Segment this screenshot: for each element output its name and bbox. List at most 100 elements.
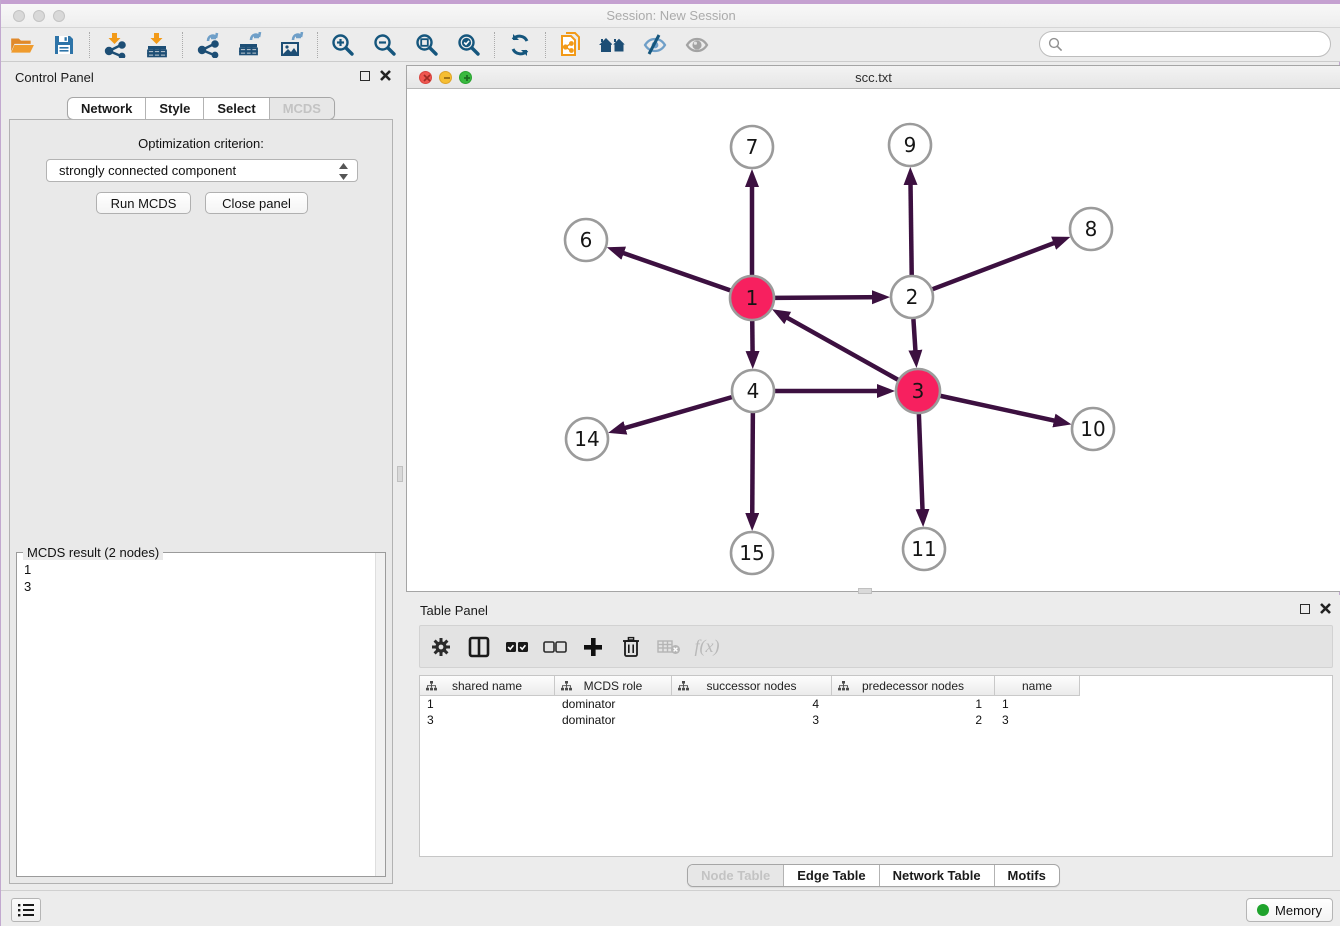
tab-select[interactable]: Select xyxy=(203,98,268,119)
home-icon xyxy=(598,32,628,58)
graph-node-14[interactable]: 14 xyxy=(566,418,608,460)
column-layout-button[interactable] xyxy=(462,630,496,664)
float-panel-icon[interactable] xyxy=(1300,604,1310,614)
zoom-out-icon xyxy=(372,32,398,58)
graph-node-15[interactable]: 15 xyxy=(731,532,773,574)
column-header-predecessor-nodes[interactable]: predecessor nodes xyxy=(832,676,995,696)
zoom-fit-button[interactable] xyxy=(409,30,445,60)
export-image-icon xyxy=(279,32,305,58)
zoom-selected-button[interactable] xyxy=(451,30,487,60)
table-cell[interactable]: dominator xyxy=(555,712,672,728)
horizontal-splitter-grip[interactable] xyxy=(858,588,872,594)
close-panel-icon[interactable] xyxy=(1320,603,1331,614)
table-row[interactable]: 1dominator411 xyxy=(420,696,1332,712)
result-scrollbar[interactable] xyxy=(375,553,385,876)
table-row[interactable]: 3dominator323 xyxy=(420,712,1332,728)
hide-selected-button[interactable] xyxy=(637,30,673,60)
table-cell[interactable]: 1 xyxy=(995,696,1080,712)
table-cell[interactable]: 3 xyxy=(672,712,832,728)
function-builder-button[interactable]: f(x) xyxy=(690,630,724,664)
unselect-all-button[interactable] xyxy=(538,630,572,664)
graph-edge-4-15[interactable] xyxy=(752,413,753,525)
select-all-button[interactable] xyxy=(500,630,534,664)
network-canvas[interactable]: 7 9 6 8 1 2 4 3 14 10 15 11 xyxy=(407,89,1340,591)
graph-node-4[interactable]: 4 xyxy=(732,370,774,412)
graph-node-10[interactable]: 10 xyxy=(1072,408,1114,450)
table-cell[interactable]: 4 xyxy=(672,696,832,712)
import-table-button[interactable] xyxy=(139,30,175,60)
node-label: 10 xyxy=(1080,417,1105,441)
column-header-successor-nodes[interactable]: successor nodes xyxy=(672,676,832,696)
export-table-button[interactable] xyxy=(232,30,268,60)
close-panel-button[interactable]: Close panel xyxy=(205,192,308,214)
graph-edge-1-6[interactable] xyxy=(612,249,730,290)
open-file-button[interactable] xyxy=(4,30,40,60)
task-history-button[interactable] xyxy=(11,898,41,922)
save-session-button[interactable] xyxy=(46,30,82,60)
graph-edge-3-11[interactable] xyxy=(919,414,923,521)
column-header-name[interactable]: name xyxy=(995,676,1080,696)
close-panel-icon[interactable] xyxy=(380,70,391,81)
tab-style[interactable]: Style xyxy=(145,98,203,119)
vertical-splitter-grip[interactable] xyxy=(397,466,403,482)
graph-edge-2-8[interactable] xyxy=(933,239,1065,289)
gear-button[interactable] xyxy=(424,630,458,664)
toolbar-separator xyxy=(545,32,546,58)
table-cell[interactable]: 1 xyxy=(832,696,995,712)
table-tab-edge-table[interactable]: Edge Table xyxy=(783,865,878,886)
memory-button[interactable]: Memory xyxy=(1246,898,1333,922)
toolbar-separator xyxy=(89,32,90,58)
node-label: 9 xyxy=(904,133,917,157)
criterion-value: strongly connected component xyxy=(59,163,236,178)
float-panel-icon[interactable] xyxy=(360,71,370,81)
table-tab-motifs[interactable]: Motifs xyxy=(994,865,1059,886)
export-network-button[interactable] xyxy=(190,30,226,60)
column-header-mcds-role[interactable]: MCDS role xyxy=(555,676,672,696)
network-window-title: scc.txt xyxy=(407,70,1340,85)
control-panel: Control Panel NetworkStyleSelectMCDS Opt… xyxy=(1,62,401,890)
table-tab-network-table[interactable]: Network Table xyxy=(879,865,994,886)
table-cell[interactable]: 2 xyxy=(832,712,995,728)
search-box xyxy=(1039,31,1331,57)
graph-node-1[interactable]: 1 xyxy=(730,276,774,320)
node-label: 14 xyxy=(574,427,599,451)
table-cell[interactable]: dominator xyxy=(555,696,672,712)
delete-column-button[interactable] xyxy=(614,630,648,664)
graph-node-7[interactable]: 7 xyxy=(731,126,773,168)
graph-node-2[interactable]: 2 xyxy=(891,276,933,318)
table-cell[interactable]: 3 xyxy=(420,712,555,728)
graph-edge-2-3[interactable] xyxy=(913,319,916,362)
graph-edge-1-2[interactable] xyxy=(775,297,884,298)
criterion-select[interactable]: strongly connected component xyxy=(46,159,358,182)
refresh-button[interactable] xyxy=(502,30,538,60)
graph-node-3[interactable]: 3 xyxy=(896,369,940,413)
add-column-button[interactable] xyxy=(576,630,610,664)
graph-node-9[interactable]: 9 xyxy=(889,124,931,166)
graph-node-11[interactable]: 11 xyxy=(903,528,945,570)
zoom-out-button[interactable] xyxy=(367,30,403,60)
graph-edge-2-9[interactable] xyxy=(910,173,911,275)
show-all-button[interactable] xyxy=(679,30,715,60)
graph-node-8[interactable]: 8 xyxy=(1070,208,1112,250)
delete-table-button[interactable] xyxy=(652,630,686,664)
node-label: 1 xyxy=(746,286,759,310)
import-network-button[interactable] xyxy=(97,30,133,60)
graph-node-6[interactable]: 6 xyxy=(565,219,607,261)
home-button[interactable] xyxy=(595,30,631,60)
column-header-shared-name[interactable]: shared name xyxy=(420,676,555,696)
graph-edge-3-1[interactable] xyxy=(777,312,898,380)
search-input[interactable] xyxy=(1068,34,1330,54)
table-cell[interactable]: 3 xyxy=(995,712,1080,728)
clone-network-button[interactable] xyxy=(553,30,589,60)
list-icon xyxy=(17,902,35,918)
mcds-result-title: MCDS result (2 nodes) xyxy=(23,545,163,560)
zoom-in-button[interactable] xyxy=(325,30,361,60)
run-mcds-button[interactable]: Run MCDS xyxy=(96,192,191,214)
graph-edge-4-14[interactable] xyxy=(614,397,732,431)
export-image-button[interactable] xyxy=(274,30,310,60)
table-tab-node-table[interactable]: Node Table xyxy=(688,865,783,886)
tab-network[interactable]: Network xyxy=(68,98,145,119)
graph-edge-3-10[interactable] xyxy=(940,396,1065,423)
tab-mcds[interactable]: MCDS xyxy=(269,98,334,119)
table-cell[interactable]: 1 xyxy=(420,696,555,712)
